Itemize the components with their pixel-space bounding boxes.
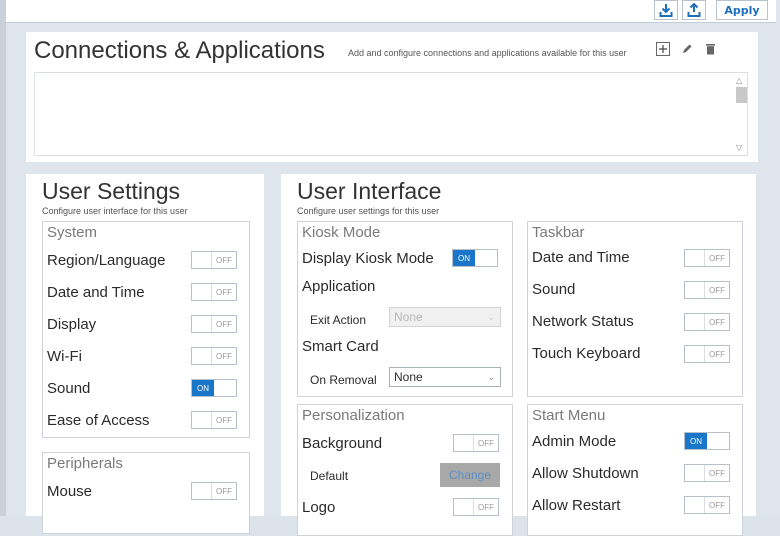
start-menu-title: Start Menu xyxy=(532,407,606,424)
taskbar-date-time-label: Date and Time xyxy=(532,249,630,266)
allow-shutdown-toggle[interactable]: OFF xyxy=(684,464,730,482)
display-kiosk-label: Display Kiosk Mode xyxy=(302,250,434,267)
ease-of-access-label: Ease of Access xyxy=(47,412,150,429)
network-status-toggle[interactable]: OFF xyxy=(684,313,730,331)
touch-keyboard-label: Touch Keyboard xyxy=(532,345,641,362)
download-button[interactable] xyxy=(654,0,678,20)
scroll-down-icon[interactable]: ▽ xyxy=(736,143,742,152)
display-label: Display xyxy=(47,316,97,333)
user-settings-panel: User Settings Configure user interface f… xyxy=(26,174,264,534)
taskbar-sound-toggle[interactable]: OFF xyxy=(684,281,730,299)
network-status-label: Network Status xyxy=(532,313,634,330)
plus-icon xyxy=(659,45,667,53)
on-removal-label: On Removal xyxy=(310,373,377,387)
display-kiosk-toggle[interactable]: ON xyxy=(452,249,498,267)
upload-icon xyxy=(687,3,701,17)
sound-toggle[interactable]: ON xyxy=(191,379,237,397)
mouse-toggle[interactable]: OFF xyxy=(191,482,237,500)
user-interface-title: User Interface xyxy=(297,178,442,204)
upload-button[interactable] xyxy=(682,0,706,20)
user-interface-panel: User Interface Configure user settings f… xyxy=(281,174,756,536)
exit-action-value: None xyxy=(394,310,423,324)
exit-action-label: Exit Action xyxy=(310,313,367,327)
admin-mode-toggle[interactable]: ON xyxy=(684,432,730,450)
application-label: Application xyxy=(302,278,376,295)
apply-button[interactable]: Apply xyxy=(716,0,768,20)
sound-label: Sound xyxy=(47,380,91,397)
peripherals-group-title: Peripherals xyxy=(47,455,123,472)
date-time-label: Date and Time xyxy=(47,284,145,301)
background-label: Background xyxy=(302,435,383,452)
default-label: Default xyxy=(310,469,349,483)
connections-list[interactable] xyxy=(34,72,748,156)
touch-keyboard-toggle[interactable]: OFF xyxy=(684,345,730,363)
exit-action-select[interactable]: None ⌄ xyxy=(389,307,501,327)
taskbar-title: Taskbar xyxy=(532,224,585,241)
top-toolbar: Apply xyxy=(6,0,776,23)
mouse-label: Mouse xyxy=(47,483,93,500)
chevron-down-icon: ⌄ xyxy=(487,372,495,382)
connections-panel: Connections & Applications Add and confi… xyxy=(26,32,758,162)
connections-scrollbar[interactable]: △ ▽ xyxy=(734,73,748,155)
ease-of-access-toggle[interactable]: OFF xyxy=(191,411,237,429)
chevron-down-icon: ⌄ xyxy=(487,312,495,322)
taskbar-group: Taskbar Date and Time OFF Sound OFF Netw… xyxy=(527,221,743,397)
personalization-group: Personalization Background OFF Default C… xyxy=(297,404,513,536)
scroll-up-icon[interactable]: △ xyxy=(736,76,742,85)
on-removal-value: None xyxy=(394,370,423,384)
on-removal-select[interactable]: None ⌄ xyxy=(389,367,501,387)
display-toggle[interactable]: OFF xyxy=(191,315,237,333)
trash-icon[interactable] xyxy=(705,43,716,55)
region-language-label: Region/Language xyxy=(47,252,166,269)
scroll-thumb[interactable] xyxy=(736,87,747,103)
user-settings-title: User Settings xyxy=(42,178,181,204)
start-menu-group: Start Menu Admin Mode ON Allow Shutdown … xyxy=(527,404,743,536)
kiosk-mode-title: Kiosk Mode xyxy=(302,224,381,241)
connections-subtitle: Add and configure connections and applic… xyxy=(348,48,627,58)
peripherals-group: Peripherals Mouse OFF xyxy=(42,452,250,534)
logo-toggle[interactable]: OFF xyxy=(453,498,499,516)
change-background-button[interactable]: Change xyxy=(440,463,500,487)
taskbar-sound-label: Sound xyxy=(532,281,576,298)
logo-label: Logo xyxy=(302,499,336,516)
add-connection-button[interactable] xyxy=(656,42,670,56)
system-group-title: System xyxy=(47,224,98,241)
kiosk-mode-group: Kiosk Mode Display Kiosk Mode ON Applica… xyxy=(297,221,513,397)
background-toggle[interactable]: OFF xyxy=(453,434,499,452)
date-time-toggle[interactable]: OFF xyxy=(191,283,237,301)
allow-shutdown-label: Allow Shutdown xyxy=(532,465,639,482)
personalization-title: Personalization xyxy=(302,407,405,424)
region-language-toggle[interactable]: OFF xyxy=(191,251,237,269)
wifi-label: Wi-Fi xyxy=(47,348,82,365)
connections-title: Connections & Applications xyxy=(34,37,325,64)
allow-restart-toggle[interactable]: OFF xyxy=(684,496,730,514)
smart-card-label: Smart Card xyxy=(302,338,379,355)
user-settings-subtitle: Configure user interface for this user xyxy=(42,206,188,216)
admin-mode-label: Admin Mode xyxy=(532,433,617,450)
taskbar-date-time-toggle[interactable]: OFF xyxy=(684,249,730,267)
allow-restart-label: Allow Restart xyxy=(532,497,621,514)
download-icon xyxy=(659,4,673,17)
user-interface-subtitle: Configure user settings for this user xyxy=(297,206,440,216)
wifi-toggle[interactable]: OFF xyxy=(191,347,237,365)
edit-icon[interactable] xyxy=(681,43,693,55)
left-edge xyxy=(0,0,6,516)
system-group: System Region/Language OFF Date and Time… xyxy=(42,221,250,438)
